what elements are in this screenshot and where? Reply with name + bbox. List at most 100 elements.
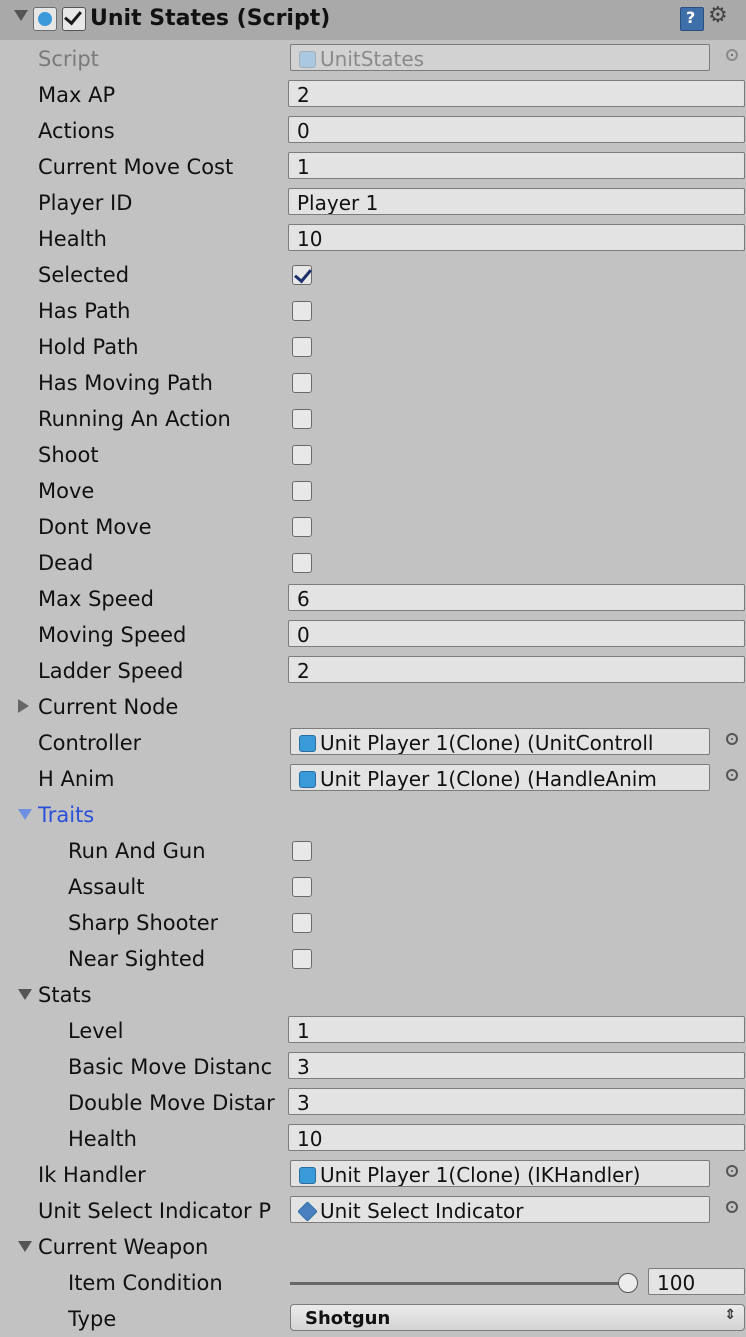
triangle-down-icon[interactable] [18, 989, 32, 1000]
running-an-action-checkbox[interactable] [292, 409, 312, 429]
unit-select-indicator-row: Unit Select Indicator P Unit Select Indi… [0, 1193, 746, 1229]
sharp-shooter-checkbox[interactable] [292, 913, 312, 933]
max-ap-label: Max AP [38, 83, 116, 107]
dont-move-checkbox[interactable] [292, 517, 312, 537]
gear-icon[interactable]: ⚙ [708, 3, 728, 28]
double-move-distance-label: Double Move Distar [68, 1091, 275, 1115]
controller-label: Controller [38, 731, 142, 755]
triangle-down-icon[interactable] [18, 809, 32, 820]
help-icon[interactable] [680, 7, 704, 31]
level-field[interactable]: 1 [288, 1016, 745, 1043]
script-field: UnitStates [290, 44, 710, 71]
ik-handler-row: Ik Handler Unit Player 1(Clone) (IKHandl… [0, 1157, 746, 1193]
ik-handler-field[interactable]: Unit Player 1(Clone) (IKHandler) [290, 1160, 710, 1187]
stats-label[interactable]: Stats [38, 983, 92, 1007]
component-enabled-checkbox[interactable] [62, 6, 86, 31]
max-speed-field[interactable]: 6 [288, 584, 745, 611]
stats-foldout[interactable]: Stats [0, 977, 746, 1013]
script-icon [299, 51, 316, 68]
dead-checkbox[interactable] [292, 553, 312, 573]
object-picker-icon [726, 49, 738, 61]
dont-move-row: Dont Move [0, 509, 746, 545]
health-row: Health 10 [0, 221, 746, 257]
current-move-cost-label: Current Move Cost [38, 155, 234, 179]
component-header: Unit States (Script) ⚙ [0, 0, 746, 40]
has-moving-path-row: Has Moving Path [0, 365, 746, 401]
item-condition-label: Item Condition [68, 1271, 223, 1295]
has-path-label: Has Path [38, 299, 131, 323]
triangle-down-icon[interactable] [18, 1241, 32, 1252]
dead-label: Dead [38, 551, 94, 575]
item-condition-field[interactable]: 100 [648, 1268, 745, 1295]
script-icon [299, 735, 316, 752]
sharp-shooter-label: Sharp Shooter [68, 911, 219, 935]
type-dropdown[interactable]: Shotgun ⇕ [290, 1304, 745, 1331]
object-picker-icon[interactable] [726, 769, 738, 781]
h-anim-field[interactable]: Unit Player 1(Clone) (HandleAnim [290, 764, 710, 791]
item-condition-row: Item Condition 100 [0, 1265, 746, 1301]
basic-move-distance-field[interactable]: 3 [288, 1052, 745, 1079]
script-icon [299, 1167, 316, 1184]
object-picker-icon[interactable] [726, 1165, 738, 1177]
moving-speed-row: Moving Speed 0 [0, 617, 746, 653]
hold-path-label: Hold Path [38, 335, 139, 359]
actions-field[interactable]: 0 [288, 116, 745, 143]
unit-select-indicator-value: Unit Select Indicator [320, 1199, 524, 1223]
dont-move-label: Dont Move [38, 515, 152, 539]
max-ap-field[interactable]: 2 [288, 80, 745, 107]
current-node-row[interactable]: Current Node [0, 689, 746, 725]
near-sighted-checkbox[interactable] [292, 949, 312, 969]
ladder-speed-row: Ladder Speed 2 [0, 653, 746, 689]
health-field[interactable]: 10 [288, 224, 745, 251]
moving-speed-field[interactable]: 0 [288, 620, 745, 647]
level-row: Level 1 [0, 1013, 746, 1049]
traits-foldout[interactable]: Traits [0, 797, 746, 833]
run-and-gun-checkbox[interactable] [292, 841, 312, 861]
current-move-cost-row: Current Move Cost 1 [0, 149, 746, 185]
traits-label[interactable]: Traits [38, 803, 94, 827]
dropdown-arrows-icon: ⇕ [724, 1307, 736, 1323]
has-path-checkbox[interactable] [292, 301, 312, 321]
stats-health-field[interactable]: 10 [288, 1124, 745, 1151]
controller-field[interactable]: Unit Player 1(Clone) (UnitControll [290, 728, 710, 755]
current-weapon-foldout[interactable]: Current Weapon [0, 1229, 746, 1265]
foldout-arrow-icon[interactable] [14, 10, 28, 21]
moving-speed-label: Moving Speed [38, 623, 187, 647]
triangle-right-icon[interactable] [18, 699, 29, 713]
running-an-action-row: Running An Action [0, 401, 746, 437]
ik-handler-value: Unit Player 1(Clone) (IKHandler) [320, 1163, 641, 1187]
selected-checkbox[interactable] [292, 264, 312, 285]
checkmark-icon [294, 264, 312, 284]
shoot-label: Shoot [38, 443, 99, 467]
unit-select-indicator-field[interactable]: Unit Select Indicator [290, 1196, 710, 1223]
h-anim-value: Unit Player 1(Clone) (HandleAnim [320, 767, 657, 791]
assault-label: Assault [68, 875, 145, 899]
current-node-label[interactable]: Current Node [38, 695, 178, 719]
max-speed-label: Max Speed [38, 587, 154, 611]
assault-checkbox[interactable] [292, 877, 312, 897]
has-path-row: Has Path [0, 293, 746, 329]
has-moving-path-checkbox[interactable] [292, 373, 312, 393]
type-label: Type [68, 1307, 117, 1331]
max-speed-row: Max Speed 6 [0, 581, 746, 617]
selected-row: Selected [0, 257, 746, 293]
move-checkbox[interactable] [292, 481, 312, 501]
current-weapon-label[interactable]: Current Weapon [38, 1235, 208, 1259]
object-picker-icon[interactable] [726, 1201, 738, 1213]
sharp-shooter-row: Sharp Shooter [0, 905, 746, 941]
object-picker-icon[interactable] [726, 733, 738, 745]
item-condition-slider-track[interactable] [290, 1282, 630, 1285]
shoot-checkbox[interactable] [292, 445, 312, 465]
player-id-field[interactable]: Player 1 [288, 188, 745, 215]
current-move-cost-field[interactable]: 1 [288, 152, 745, 179]
checkmark-icon [64, 6, 82, 26]
actions-label: Actions [38, 119, 115, 143]
item-condition-slider-thumb[interactable] [618, 1273, 638, 1293]
near-sighted-label: Near Sighted [68, 947, 206, 971]
prefab-cube-icon [297, 1201, 318, 1222]
ladder-speed-field[interactable]: 2 [288, 656, 745, 683]
ik-handler-label: Ik Handler [38, 1163, 146, 1187]
running-an-action-label: Running An Action [38, 407, 231, 431]
hold-path-checkbox[interactable] [292, 337, 312, 357]
double-move-distance-field[interactable]: 3 [288, 1088, 745, 1115]
